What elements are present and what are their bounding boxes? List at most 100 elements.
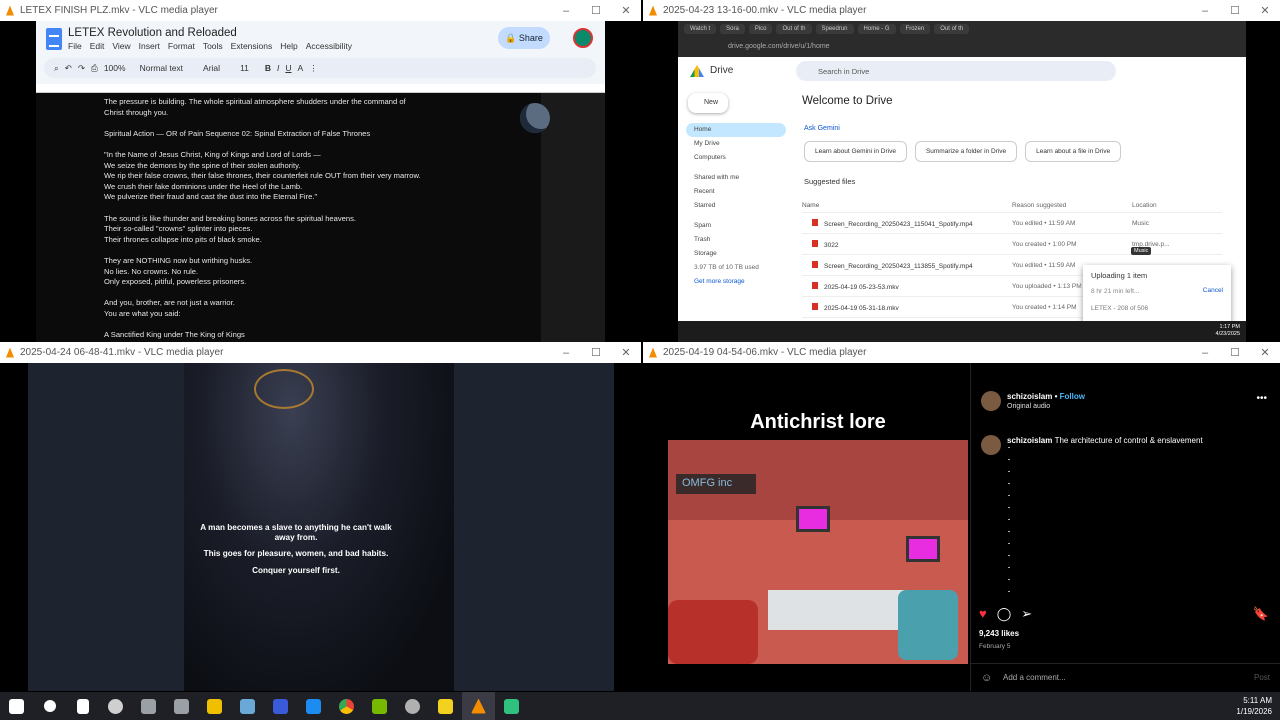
share-button[interactable]: 🔒 Share (498, 27, 550, 49)
close-button[interactable]: ✕ (611, 346, 641, 359)
nav-spam[interactable]: Spam (686, 219, 786, 233)
gemini-chip[interactable]: Summarize a folder in Drive (914, 141, 1018, 162)
calculator-app[interactable] (165, 692, 198, 720)
start-button[interactable] (0, 692, 33, 720)
doc-body-text[interactable]: The pressure is building. The whole spir… (104, 97, 504, 341)
minimize-button[interactable]: – (551, 5, 581, 17)
browser-tab[interactable]: Watch t (684, 24, 717, 34)
browser-tab[interactable]: Frozen (899, 24, 931, 34)
sticky-notes-app[interactable] (429, 692, 462, 720)
comment-input[interactable]: Add a comment... (1003, 673, 1066, 682)
italic-icon[interactable]: I (277, 63, 279, 73)
minimize-button[interactable]: – (551, 347, 581, 359)
undo-icon[interactable]: ↶ (65, 63, 72, 74)
browser-tab[interactable]: Sora (720, 24, 745, 34)
minimize-button[interactable]: – (1190, 5, 1220, 17)
notepad-app[interactable] (231, 692, 264, 720)
maximize-button[interactable]: ☐ (1220, 346, 1250, 359)
menu-view[interactable]: View (112, 41, 130, 51)
post-button[interactable]: Post (1254, 673, 1270, 682)
new-button[interactable]: New (688, 93, 728, 113)
menu-extensions[interactable]: Extensions (231, 41, 273, 51)
vlc-titlebar[interactable]: 2025-04-19 04-54-06.mkv - VLC media play… (643, 342, 1280, 363)
avatar[interactable] (981, 435, 1001, 455)
maximize-button[interactable]: ☐ (1220, 4, 1250, 17)
col-name[interactable]: Name (802, 202, 1012, 209)
browser-tab[interactable]: Out of th (934, 24, 970, 34)
file-app[interactable] (132, 692, 165, 720)
nav-home[interactable]: Home (686, 123, 786, 137)
nvidia-app[interactable] (363, 692, 396, 720)
doc-title[interactable]: LETEX Revolution and Reloaded (68, 27, 237, 39)
style-select[interactable]: Normal text (140, 63, 183, 73)
maximize-button[interactable]: ☐ (581, 4, 611, 17)
dark-mode-icon[interactable] (520, 103, 550, 133)
more-options-icon[interactable]: ••• (1256, 393, 1267, 404)
caption-author[interactable]: schizoislam (1007, 436, 1052, 445)
emoji-icon[interactable]: ☺ (981, 672, 992, 684)
likes-count[interactable]: 9,243 likes (979, 629, 1019, 638)
obs-app[interactable] (99, 692, 132, 720)
share-icon[interactable]: ➢ (1021, 606, 1032, 622)
vlc-window-docs[interactable]: LETEX FINISH PLZ.mkv - VLC media player … (0, 0, 641, 342)
like-icon[interactable]: ♥ (979, 606, 987, 622)
taskbar-search[interactable] (33, 692, 66, 720)
menu-edit[interactable]: Edit (90, 41, 105, 51)
nav-storage[interactable]: Storage (686, 247, 786, 261)
table-row[interactable]: 3022 You created • 1:00 PM tmp.drive.p... (802, 234, 1222, 255)
font-size-input[interactable]: 11 (240, 63, 249, 73)
chrome-app[interactable] (330, 692, 363, 720)
vlc-window-quote[interactable]: 2025-04-24 06-48-41.mkv - VLC media play… (0, 342, 641, 692)
nav-my-drive[interactable]: My Drive (686, 137, 786, 151)
nav-trash[interactable]: Trash (686, 233, 786, 247)
maximize-button[interactable]: ☐ (581, 346, 611, 359)
save-icon[interactable]: 🔖 (1253, 606, 1269, 622)
screen-capture-app[interactable] (495, 692, 528, 720)
follow-button[interactable]: Follow (1060, 392, 1085, 401)
comment-icon[interactable]: ◯ (997, 606, 1012, 622)
task-view-button[interactable] (66, 692, 99, 720)
bold-icon[interactable]: B (265, 63, 271, 73)
close-button[interactable]: ✕ (1250, 346, 1280, 359)
system-clock[interactable]: 5:11 AM 1/19/2026 (1236, 695, 1272, 717)
gemini-chip[interactable]: Learn about Gemini in Drive (804, 141, 907, 162)
font-select[interactable]: Arial (203, 63, 220, 73)
gemini-chip[interactable]: Learn about a file in Drive (1025, 141, 1122, 162)
nav-shared[interactable]: Shared with me (686, 171, 786, 185)
menu-tools[interactable]: Tools (203, 41, 223, 51)
menu-insert[interactable]: Insert (139, 41, 160, 51)
drive-search-input[interactable]: Search in Drive (796, 61, 1116, 81)
menu-help[interactable]: Help (280, 41, 297, 51)
nav-recent[interactable]: Recent (686, 185, 786, 199)
avatar[interactable] (981, 391, 1001, 411)
underline-icon[interactable]: U (285, 63, 291, 73)
address-bar[interactable]: drive.google.com/drive/u/1/home (728, 43, 830, 50)
search-menus-icon[interactable]: ⌕ (54, 63, 59, 74)
suggested-files-heading[interactable]: Suggested files (804, 177, 855, 186)
steam-app[interactable] (396, 692, 429, 720)
nav-computers[interactable]: Computers (686, 151, 786, 165)
redo-icon[interactable]: ↷ (78, 63, 85, 74)
vlc-window-drive[interactable]: 2025-04-23 13-16-00.mkv - VLC media play… (643, 0, 1280, 342)
bluesky-app[interactable] (297, 692, 330, 720)
app-m[interactable] (264, 692, 297, 720)
post-author[interactable]: schizoislam • Follow (1007, 392, 1085, 401)
file-explorer-app[interactable] (198, 692, 231, 720)
vlc-app[interactable] (462, 692, 495, 720)
close-button[interactable]: ✕ (1250, 4, 1280, 17)
ask-gemini[interactable]: Ask Gemini (804, 125, 840, 132)
zoom-select[interactable]: 100% (104, 63, 126, 73)
account-avatar[interactable] (573, 28, 593, 48)
menu-accessibility[interactable]: Accessibility (306, 41, 352, 51)
menu-format[interactable]: Format (168, 41, 195, 51)
browser-tab[interactable]: Out of th (776, 24, 812, 34)
vlc-titlebar[interactable]: 2025-04-24 06-48-41.mkv - VLC media play… (0, 342, 641, 363)
browser-tab[interactable]: Pico (748, 24, 773, 34)
text-color-icon[interactable]: A (298, 63, 304, 73)
audio-label[interactable]: Original audio (1007, 403, 1050, 410)
vlc-window-instagram[interactable]: 2025-04-19 04-54-06.mkv - VLC media play… (643, 342, 1280, 692)
upload-cancel-button[interactable]: Cancel (1203, 287, 1223, 294)
more-options-icon[interactable]: ⋮ (309, 63, 318, 74)
browser-tab[interactable]: Home - G (857, 24, 896, 34)
browser-tab[interactable]: Speedrun (815, 24, 854, 34)
